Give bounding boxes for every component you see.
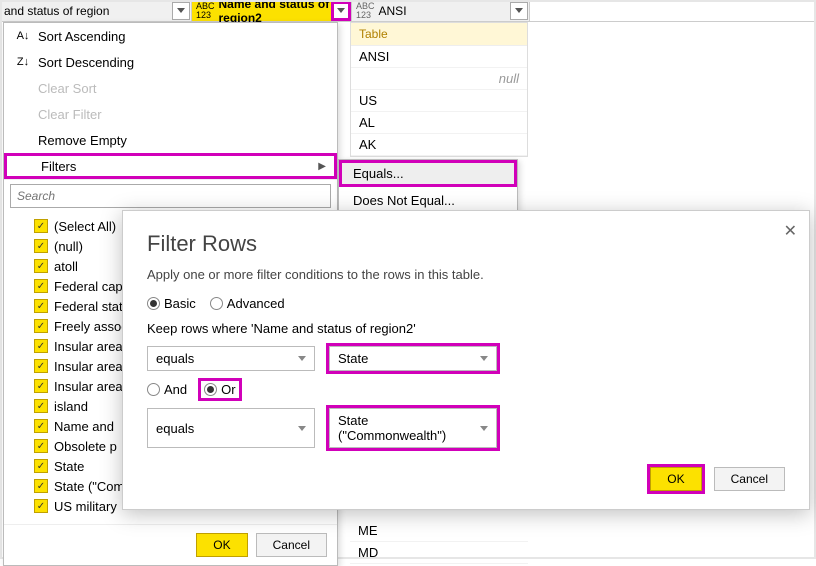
radio-icon — [147, 297, 160, 310]
sort-desc-icon: Z↓ — [14, 56, 32, 68]
col-type-icon: ABC123 — [356, 2, 375, 20]
value-row[interactable]: ME — [350, 520, 528, 542]
filters-submenu-panel: Equals... Does Not Equal... — [338, 159, 518, 215]
and-radio[interactable]: And — [147, 382, 187, 397]
col-header-region1: and status of region — [0, 0, 192, 21]
col-dropdown-ansi[interactable] — [510, 2, 528, 20]
search-input[interactable] — [10, 184, 331, 208]
checkbox-icon: ✓ — [34, 259, 48, 273]
col-header-region2: ABC123 Name and status of region2 — [192, 0, 352, 21]
col-name: and status of region — [4, 4, 172, 18]
clear-sort: Clear Sort — [4, 75, 337, 101]
equals-menuitem[interactable]: Equals... — [339, 160, 517, 187]
filter-rows-dialog: ✕ Filter Rows Apply one or more filter c… — [122, 210, 810, 510]
chevron-down-icon — [298, 426, 306, 431]
search-wrap — [4, 179, 337, 212]
condition-row-1: equals State — [147, 346, 785, 371]
value-row-null[interactable]: null — [351, 68, 527, 90]
checkbox-icon: ✓ — [34, 219, 48, 233]
checkbox-icon: ✓ — [34, 419, 48, 433]
checkbox-icon: ✓ — [34, 459, 48, 473]
chevron-down-icon — [337, 8, 345, 13]
checkbox-icon: ✓ — [34, 379, 48, 393]
col-name: ANSI — [379, 4, 510, 18]
value-dropdown-1[interactable]: State — [329, 346, 497, 371]
col-dropdown-region1[interactable] — [172, 2, 190, 20]
value-list-header: Table — [351, 23, 527, 46]
ansi-value-list: Table ANSI null US AL AK — [350, 22, 528, 157]
chevron-down-icon — [480, 356, 488, 361]
sort-descending[interactable]: Z↓ Sort Descending — [4, 49, 337, 75]
menu-label: Clear Sort — [38, 81, 97, 96]
value-row[interactable]: ANSI — [351, 46, 527, 68]
value-row[interactable]: AK — [351, 134, 527, 156]
menu-label: Sort Ascending — [38, 29, 125, 44]
menu-label: Clear Filter — [38, 107, 102, 122]
value-row[interactable]: US — [351, 90, 527, 112]
ok-button[interactable]: OK — [196, 533, 247, 557]
ansi-value-list-bottom: ME MD — [350, 520, 528, 564]
or-highlight: Or — [201, 381, 238, 398]
checkbox-icon: ✓ — [34, 239, 48, 253]
checkbox-icon: ✓ — [34, 279, 48, 293]
col-type-icon: ABC123 — [196, 2, 215, 20]
radio-icon — [204, 383, 217, 396]
chevron-down-icon — [177, 8, 185, 13]
checkbox-icon: ✓ — [34, 359, 48, 373]
col-name: Name and status of region2 — [219, 0, 332, 25]
column-headers: and status of region ABC123 Name and sta… — [0, 0, 816, 22]
dialog-title: Filter Rows — [147, 231, 785, 257]
remove-empty[interactable]: Remove Empty — [4, 127, 337, 153]
value-row[interactable]: MD — [350, 542, 528, 564]
and-or-row: And Or — [147, 381, 785, 398]
dialog-buttons: OK Cancel — [650, 467, 785, 491]
dialog-description: Apply one or more filter conditions to t… — [147, 267, 785, 282]
checkbox-icon: ✓ — [34, 399, 48, 413]
mode-radio-row: Basic Advanced — [147, 296, 785, 311]
ok-button[interactable]: OK — [650, 467, 701, 491]
checkbox-icon: ✓ — [34, 499, 48, 513]
checkbox-icon: ✓ — [34, 299, 48, 313]
checkbox-icon: ✓ — [34, 339, 48, 353]
operator-dropdown-1[interactable]: equals — [147, 346, 315, 371]
sort-asc-icon: A↓ — [14, 30, 32, 42]
basic-radio[interactable]: Basic — [147, 296, 196, 311]
keep-rows-label: Keep rows where 'Name and status of regi… — [147, 321, 785, 336]
cancel-button[interactable]: Cancel — [714, 467, 785, 491]
or-radio[interactable]: Or — [204, 382, 235, 397]
operator-dropdown-2[interactable]: equals — [147, 408, 315, 448]
value-dropdown-2[interactable]: State ("Commonwealth") — [329, 408, 497, 448]
clear-filter: Clear Filter — [4, 101, 337, 127]
checkbox-icon: ✓ — [34, 319, 48, 333]
close-icon[interactable]: ✕ — [784, 221, 797, 241]
col-header-ansi: ABC123 ANSI — [352, 0, 530, 21]
radio-icon — [210, 297, 223, 310]
checkbox-icon: ✓ — [34, 439, 48, 453]
menu-label: Remove Empty — [38, 133, 127, 148]
chevron-right-icon: ▶ — [318, 161, 326, 172]
sort-ascending[interactable]: A↓ Sort Ascending — [4, 23, 337, 49]
advanced-radio[interactable]: Advanced — [210, 296, 285, 311]
chevron-down-icon — [480, 426, 488, 431]
checkbox-icon: ✓ — [34, 479, 48, 493]
chevron-down-icon — [298, 356, 306, 361]
value-row[interactable]: AL — [351, 112, 527, 134]
menu-label: Filters — [41, 159, 76, 174]
menu-label: Sort Descending — [38, 55, 134, 70]
filters-submenu[interactable]: Filters ▶ — [4, 153, 337, 179]
cancel-button[interactable]: Cancel — [256, 533, 327, 557]
chevron-down-icon — [515, 8, 523, 13]
radio-icon — [147, 383, 160, 396]
col-dropdown-region2[interactable] — [332, 2, 350, 20]
condition-row-2: equals State ("Commonwealth") — [147, 408, 785, 448]
